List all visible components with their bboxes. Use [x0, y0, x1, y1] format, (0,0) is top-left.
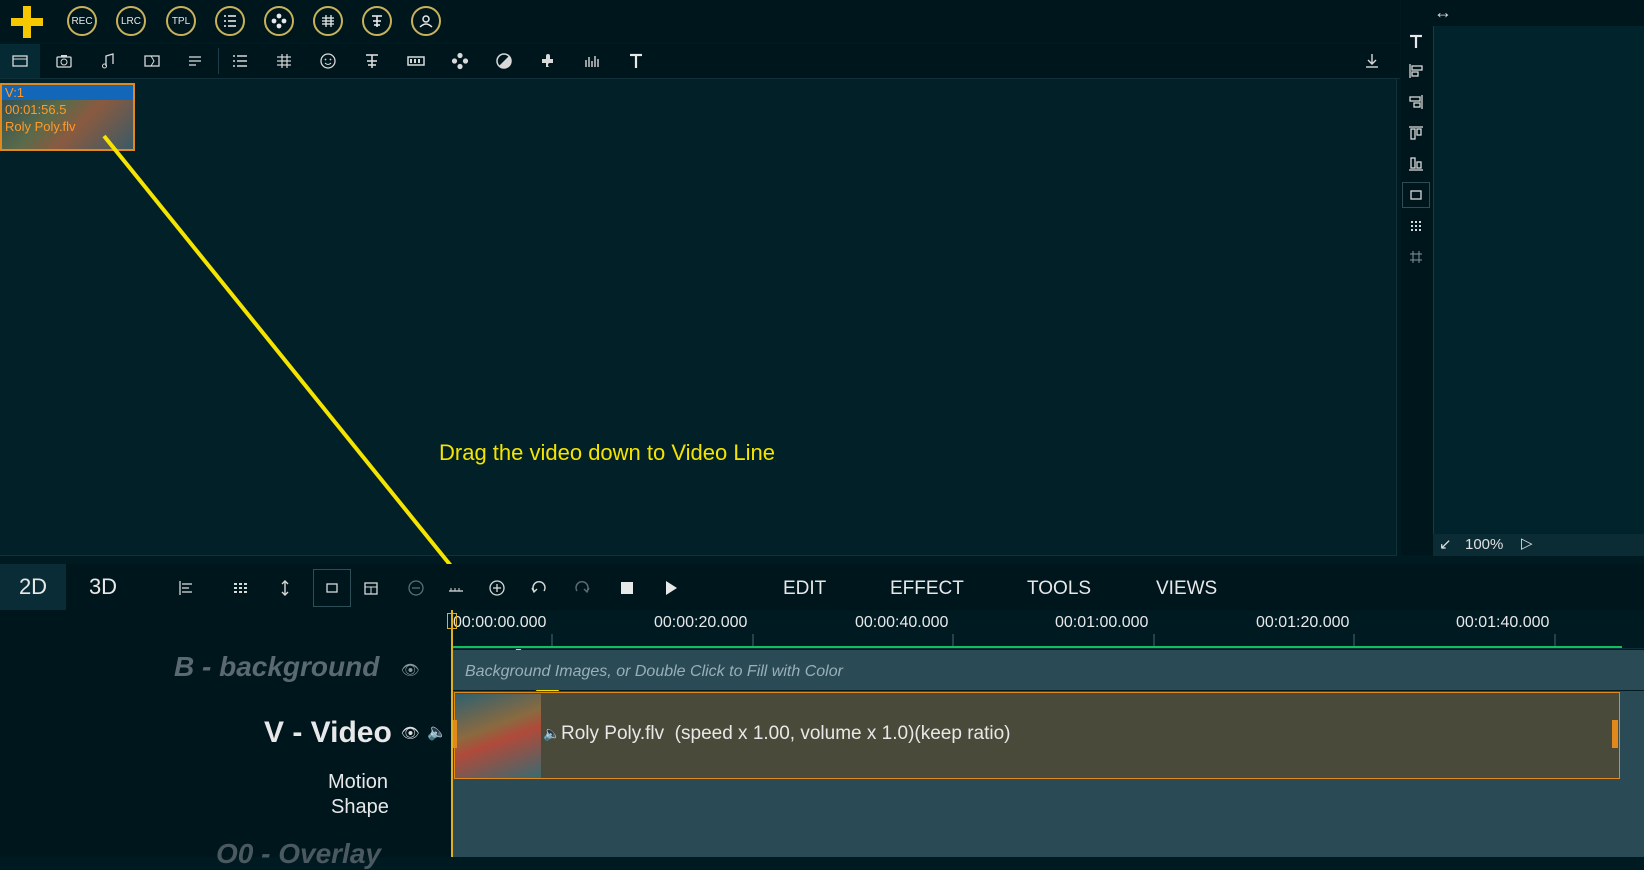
track-label-background: B - background [174, 651, 380, 682]
grid-icon [1410, 251, 1422, 263]
ruler-tick: 00:00:20.000 [654, 614, 748, 631]
frame-icon [326, 583, 338, 593]
ruler-tick: 00:00:40.000 [855, 614, 949, 631]
frame-icon [1410, 190, 1422, 200]
text-icon [1410, 34, 1422, 48]
calendar-button[interactable] [357, 575, 385, 601]
track-list-icon [179, 581, 192, 595]
calendar-icon [364, 582, 378, 595]
ruler-tick: 00:01:40.000 [1456, 614, 1550, 631]
tab-2d[interactable]: 2D [0, 564, 66, 610]
redo-button[interactable] [568, 575, 596, 601]
vertical-resize-button[interactable] [271, 575, 299, 601]
ruler-tick: 00:00:00.000 [453, 614, 547, 631]
zoom-in-button[interactable] [483, 575, 511, 601]
play-button[interactable] [657, 575, 685, 601]
timeline-toolbar: 2D 3D EDIT EFFECT TOOLS VIEWS [0, 564, 1644, 610]
frame-mode-button[interactable] [313, 569, 351, 607]
undo-icon [531, 581, 546, 594]
grid-button[interactable] [1402, 244, 1430, 270]
clip-speaker-icon[interactable]: 🔈 [543, 725, 560, 742]
shape-label[interactable]: Shape [331, 796, 389, 819]
grid-dots-button[interactable] [1402, 213, 1430, 239]
minus-circle-icon [408, 580, 424, 596]
plus-circle-icon [489, 580, 505, 596]
align-top-icon [1409, 126, 1423, 140]
align-left-icon [1409, 64, 1423, 78]
ruler-tick: 00:01:20.000 [1256, 614, 1350, 631]
clip-label: Roly Poly.flv (speed x 1.00, volume x 1.… [561, 723, 1011, 744]
align-left-button[interactable] [1402, 58, 1430, 84]
clip-thumbnail [455, 694, 541, 778]
text-tool-button[interactable] [1402, 28, 1430, 54]
grid-dots-icon [1411, 221, 1421, 231]
track-label-overlay: O0 - Overlay [216, 838, 381, 869]
align-top-button[interactable] [1402, 120, 1430, 146]
undo-button[interactable] [525, 575, 553, 601]
align-bottom-button[interactable] [1402, 151, 1430, 177]
zoom-level: 100% [1465, 536, 1504, 553]
menu-tools[interactable]: TOOLS [1027, 578, 1091, 600]
menu-effect[interactable]: EFFECT [890, 578, 964, 600]
ruler-minor-ticks [551, 634, 1556, 646]
menu-views[interactable]: VIEWS [1156, 578, 1217, 600]
grid-dots-icon [234, 583, 247, 593]
redo-icon [575, 581, 590, 594]
eye-icon[interactable]: 👁 [401, 661, 420, 679]
play-icon [666, 581, 677, 595]
vertical-arrows-icon [281, 580, 289, 596]
track-list-button[interactable] [172, 575, 200, 601]
stop-icon [621, 582, 633, 594]
clip-trim-handle-right[interactable] [1612, 720, 1618, 748]
background-track-hint: Background Images, or Double Click to Fi… [465, 663, 843, 680]
render-range-bar [452, 646, 1622, 648]
ruler-tick: 00:01:00.000 [1055, 614, 1149, 631]
grid-view-button[interactable] [227, 575, 255, 601]
track-label-video: V - Video [264, 716, 392, 749]
playhead[interactable] [451, 610, 453, 857]
playhead-handle[interactable] [447, 613, 457, 629]
preview-canvas[interactable] [1433, 26, 1644, 534]
align-right-button[interactable] [1402, 89, 1430, 115]
tab-3d[interactable]: 3D [70, 564, 136, 610]
shrink-icon[interactable]: ↙ [1439, 535, 1452, 553]
stop-button[interactable] [613, 575, 641, 601]
resize-handle[interactable]: ↔ [1434, 2, 1452, 23]
ruler-icon [449, 588, 463, 592]
align-bottom-icon [1409, 157, 1423, 171]
zoom-bar: ↙ 100% ▷ [1433, 534, 1644, 556]
frame-button[interactable] [1402, 182, 1430, 208]
fit-button[interactable] [442, 575, 470, 601]
eye-icon[interactable]: 👁 [401, 724, 420, 742]
play-preview-icon[interactable]: ▷ [1521, 534, 1533, 552]
speaker-icon[interactable]: 🔈 [427, 722, 447, 742]
menu-edit[interactable]: EDIT [783, 578, 826, 600]
align-right-icon [1409, 95, 1423, 109]
motion-label[interactable]: Motion [328, 771, 388, 794]
zoom-out-button[interactable] [402, 575, 430, 601]
